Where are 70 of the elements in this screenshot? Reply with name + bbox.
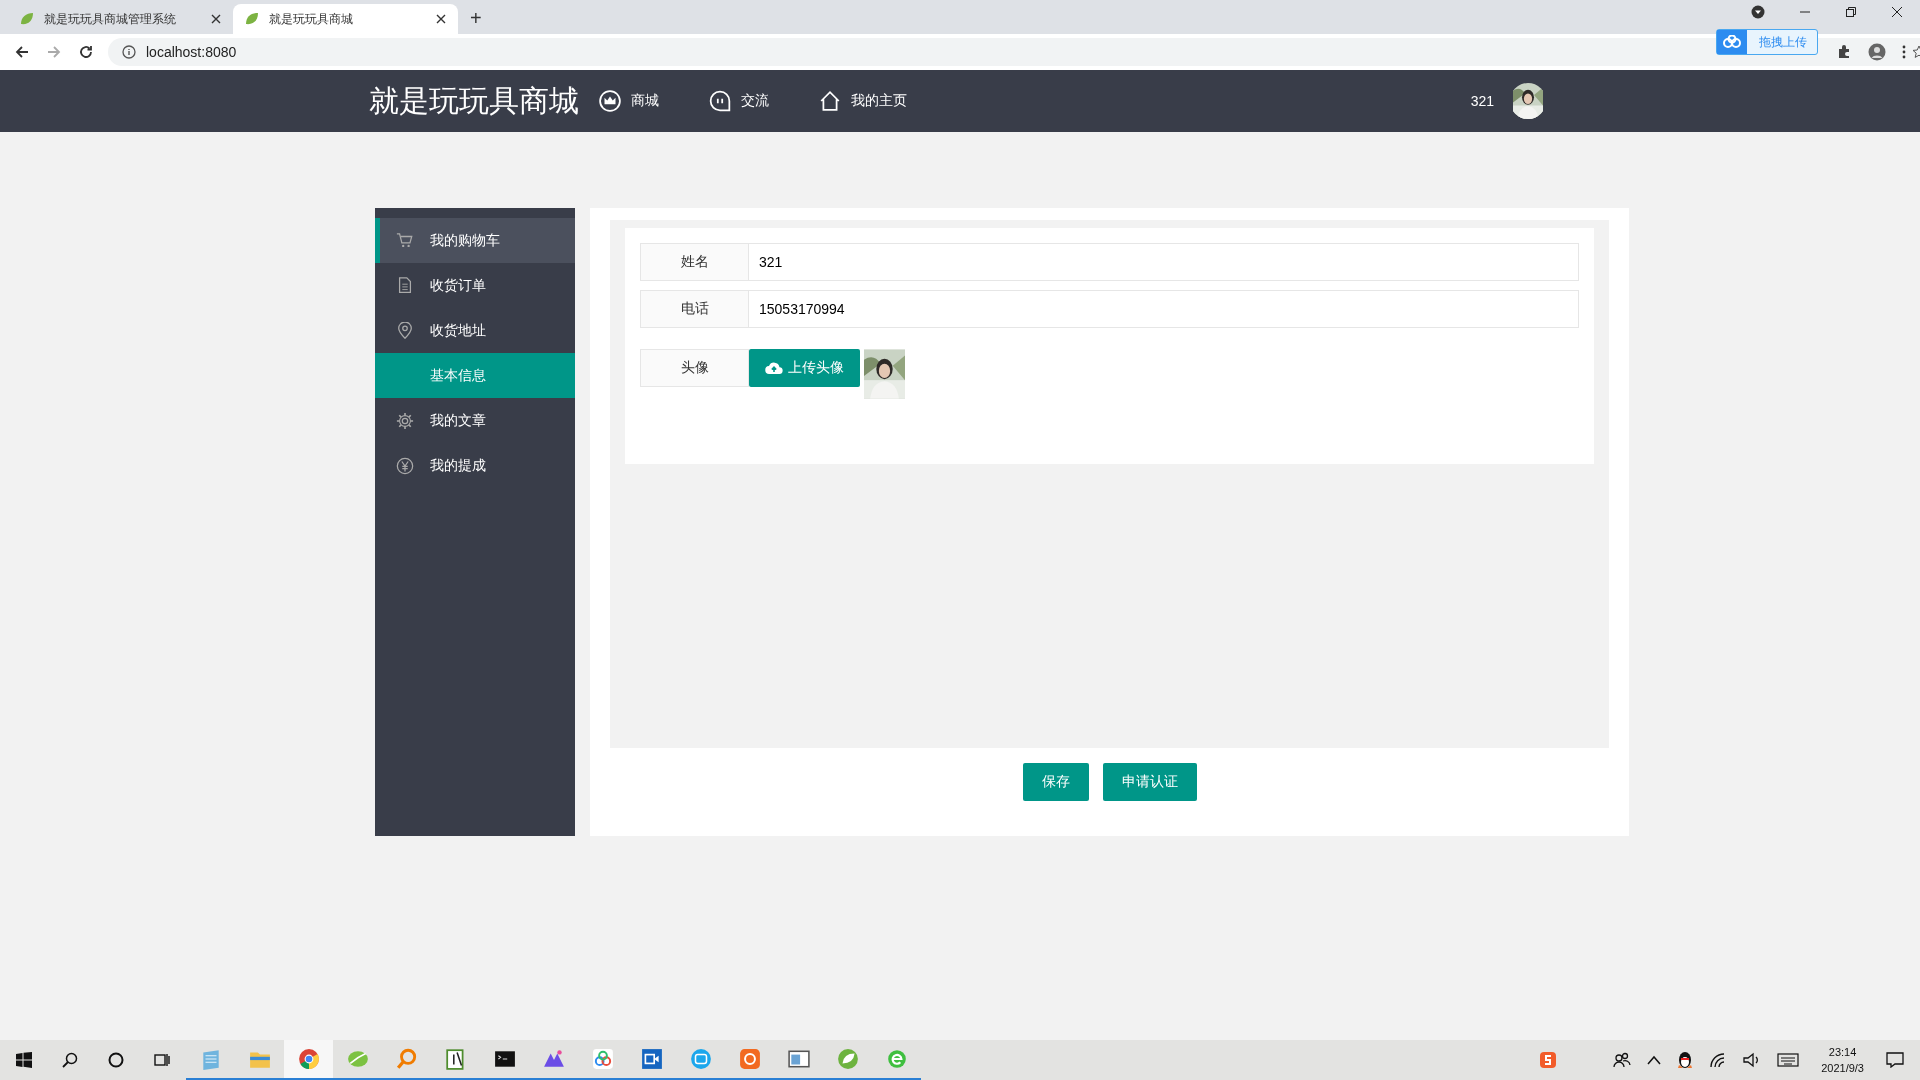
people-icon[interactable]	[1613, 1052, 1632, 1068]
notification-icon[interactable]	[1886, 1052, 1904, 1068]
video-icon	[640, 1048, 663, 1070]
username[interactable]: 321	[1470, 93, 1494, 109]
chevron-up-icon[interactable]	[1647, 1055, 1662, 1065]
browser-tab[interactable]: 就是玩玩具商城管理系统	[8, 4, 233, 34]
field-label: 姓名	[640, 243, 749, 281]
close-icon[interactable]	[436, 14, 446, 24]
browser-tab[interactable]: 就是玩玩具商城	[233, 4, 458, 34]
info-icon	[122, 45, 136, 59]
magnifier-icon	[395, 1048, 418, 1070]
task-view-icon[interactable]	[154, 1052, 170, 1068]
input-field[interactable]: 15053170994	[749, 290, 1579, 328]
tab-title: 就是玩玩具商城管理系统	[44, 10, 177, 28]
circle-icon[interactable]	[108, 1052, 124, 1068]
nav-link[interactable]: 交流	[709, 90, 769, 112]
nav-link[interactable]: 我的主页	[819, 90, 907, 112]
close-icon[interactable]	[1891, 5, 1903, 18]
field-label: 头像	[640, 349, 749, 387]
cloud-upload-icon	[765, 361, 783, 375]
document-icon	[396, 276, 414, 295]
close-icon[interactable]	[211, 14, 221, 24]
new-tab-button[interactable]: +	[458, 4, 494, 34]
tab-title: 就是玩玩具商城	[269, 10, 354, 28]
sidebar-item[interactable]: 收货订单	[375, 263, 575, 308]
search-icon[interactable]	[62, 1052, 78, 1068]
cloud-icon	[591, 1048, 614, 1070]
field-label: 电话	[640, 290, 749, 328]
leaf-icon	[836, 1048, 859, 1070]
location-icon	[396, 321, 414, 340]
terminal-icon	[493, 1048, 516, 1070]
home-icon	[819, 90, 841, 112]
profile-icon[interactable]	[1868, 43, 1886, 61]
leaf-icon	[346, 1048, 369, 1070]
cart-icon	[396, 231, 414, 250]
save-button[interactable]: 保存	[1022, 763, 1089, 801]
sidebar-item[interactable]: 我的购物车	[375, 218, 575, 263]
sidebar-item[interactable]: 收货地址	[375, 308, 575, 353]
mountain-icon	[542, 1048, 565, 1070]
restore-icon[interactable]	[1845, 5, 1857, 18]
url-text: localhost:8080	[146, 44, 237, 60]
crown-icon	[599, 90, 621, 112]
sidebar-item[interactable]: 我的文章	[375, 398, 575, 443]
gear-icon	[396, 411, 414, 430]
puzzle-icon[interactable]	[1836, 44, 1852, 60]
apply-button[interactable]: 申请认证	[1102, 763, 1197, 801]
keyboard-icon[interactable]	[1777, 1053, 1800, 1067]
chat-bubble-icon	[689, 1048, 712, 1070]
sidebar-item[interactable]: 我的提成	[375, 443, 575, 488]
sidebar-item[interactable]: 基本信息	[375, 353, 575, 398]
yen-icon	[396, 456, 414, 475]
window-icon	[787, 1048, 810, 1070]
nav-link[interactable]: 商城	[599, 90, 659, 112]
leaf-icon	[20, 12, 34, 26]
windows-icon[interactable]	[16, 1052, 32, 1068]
chat-icon	[709, 90, 731, 112]
browser-e-icon	[885, 1048, 908, 1070]
leaf-icon	[245, 12, 259, 26]
chrome-icon	[297, 1048, 320, 1070]
dropdown-icon[interactable]	[1751, 4, 1765, 19]
clock[interactable]: 23:14 2021/9/3	[1821, 1044, 1864, 1076]
upload-button[interactable]: 上传头像	[749, 349, 860, 387]
sun-icon	[738, 1048, 761, 1070]
input-field[interactable]: 321	[749, 243, 1579, 281]
site-logo[interactable]: 就是玩玩具商城	[369, 80, 579, 122]
input-method-icon[interactable]	[1539, 1051, 1558, 1069]
back-icon[interactable]	[14, 44, 30, 60]
penguin-icon[interactable]	[1677, 1051, 1694, 1069]
reload-icon[interactable]	[78, 44, 94, 60]
menu-icon[interactable]	[1902, 45, 1906, 59]
